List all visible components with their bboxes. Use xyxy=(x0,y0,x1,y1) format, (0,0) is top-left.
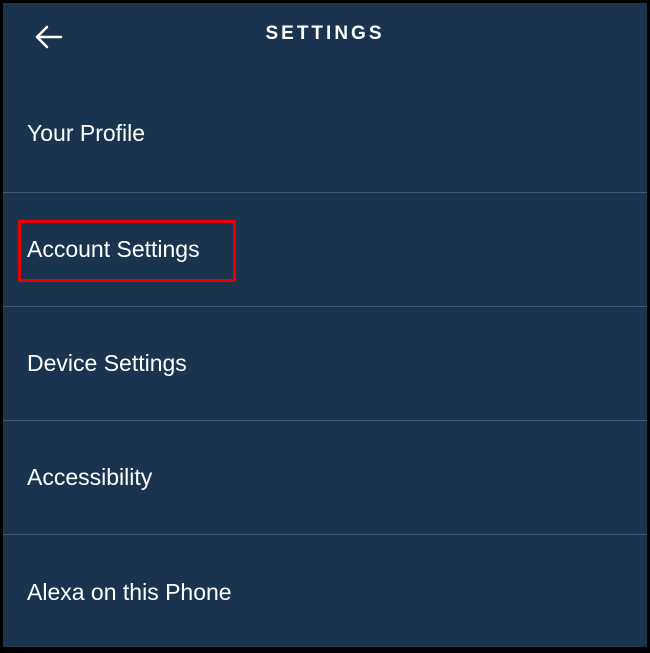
list-item-device-settings[interactable]: Device Settings xyxy=(3,307,647,421)
settings-screen: SETTINGS Your Profile Account Settings D… xyxy=(3,3,647,647)
list-item-your-profile[interactable]: Your Profile xyxy=(3,65,647,193)
list-item-label: Accessibility xyxy=(27,464,152,491)
back-arrow-icon[interactable] xyxy=(35,25,63,49)
list-item-label: Alexa on this Phone xyxy=(27,579,232,606)
list-item-label: Device Settings xyxy=(27,350,187,377)
settings-list: Your Profile Account Settings Device Set… xyxy=(3,65,647,649)
header: SETTINGS xyxy=(3,3,647,65)
list-item-alexa-on-this-phone[interactable]: Alexa on this Phone xyxy=(3,535,647,649)
list-item-account-settings[interactable]: Account Settings xyxy=(3,193,647,307)
list-item-label: Your Profile xyxy=(27,120,145,147)
page-title: SETTINGS xyxy=(3,23,647,45)
list-item-accessibility[interactable]: Accessibility xyxy=(3,421,647,535)
list-item-label: Account Settings xyxy=(27,236,200,263)
